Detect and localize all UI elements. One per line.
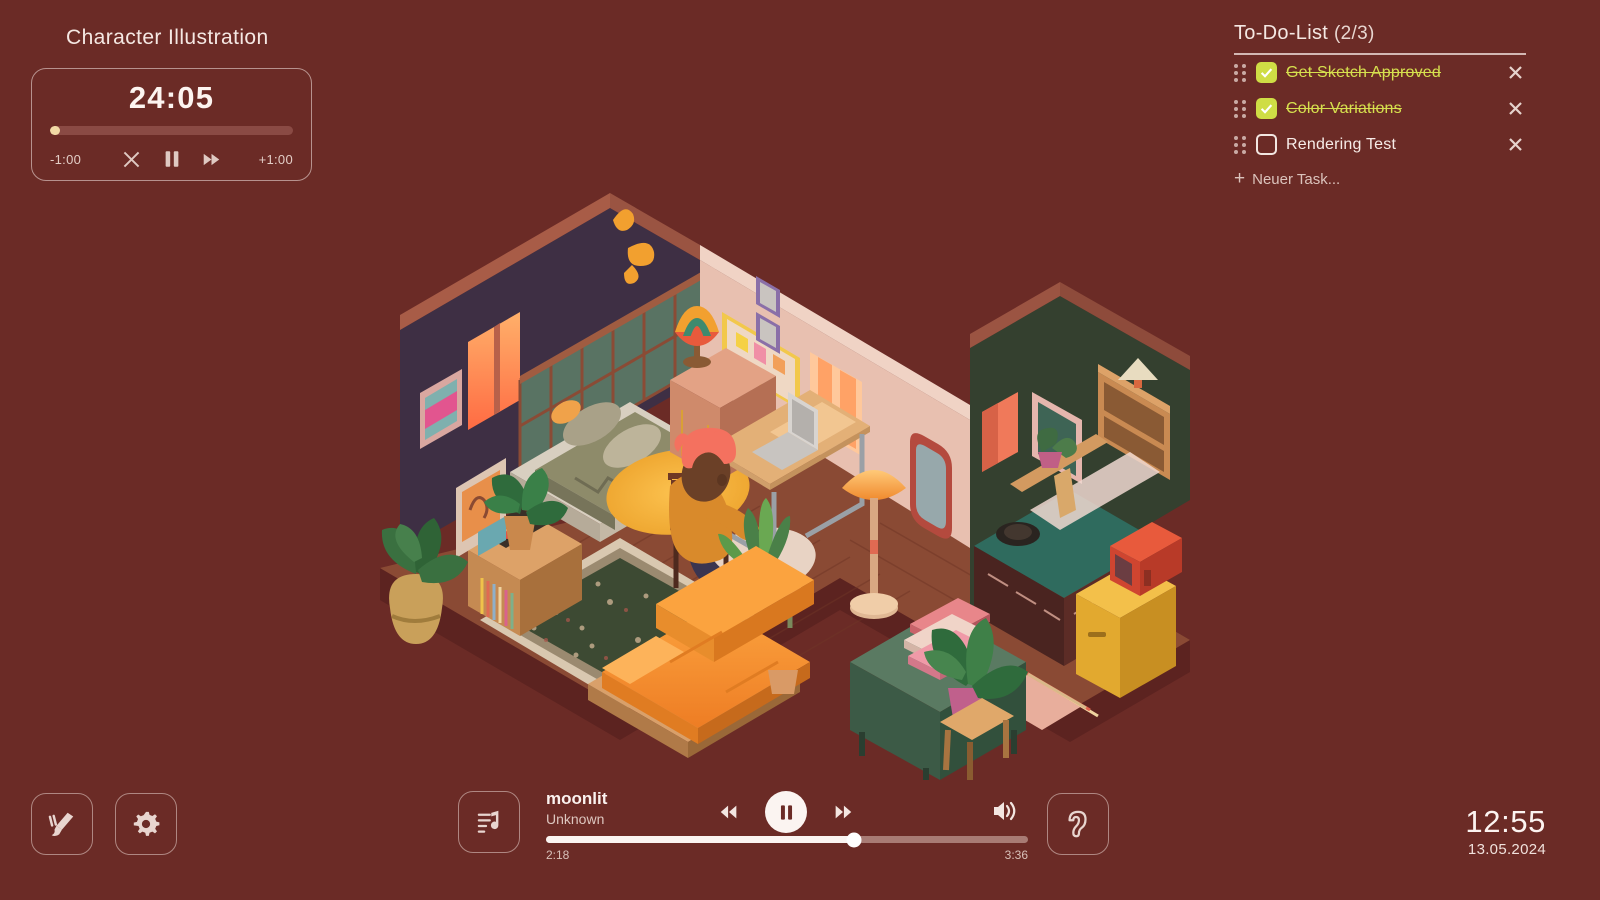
reset-timer-button[interactable] — [121, 148, 143, 170]
paintbrush-icon — [48, 812, 74, 836]
add-task-label: Neuer Task... — [1252, 170, 1341, 188]
ear-icon — [1068, 810, 1087, 838]
skip-timer-button[interactable] — [201, 148, 223, 170]
timer-decrement-label[interactable]: -1:00 — [50, 152, 98, 167]
todo-delete-button[interactable] — [1504, 98, 1526, 120]
small-plant-near-sofa — [768, 670, 798, 694]
timer-value: 24:05 — [128, 80, 215, 115]
gear-icon — [133, 811, 160, 836]
todo-delete-button[interactable] — [1504, 134, 1526, 156]
seek-bar-handle[interactable] — [846, 832, 862, 847]
close-icon — [1508, 138, 1522, 151]
todo-item-label: Rendering Test — [1286, 135, 1397, 153]
timer-controls: -1:00 +1:00 — [50, 148, 293, 170]
todo-item-label: Color Variations — [1286, 99, 1402, 117]
duration-time: 3:36 — [1004, 848, 1028, 862]
theme-button[interactable] — [31, 793, 93, 855]
player-controls — [716, 789, 856, 835]
todo-list-count: (2/3) — [1334, 23, 1375, 44]
seek-bar[interactable] — [546, 832, 1028, 847]
next-icon — [835, 805, 852, 819]
clock-time: 12:55 — [1465, 804, 1546, 839]
todo-list-header: To-Do-List (2/3) — [1234, 22, 1526, 45]
seek-times: 2:18 3:36 — [546, 848, 1028, 862]
seek-bar-fill — [546, 836, 855, 843]
track-title: moonlit — [546, 789, 608, 808]
close-icon — [1508, 102, 1522, 115]
music-note-list-icon — [477, 810, 499, 833]
todo-list-panel: To-Do-List (2/3) Get Sketch Approved Col… — [1234, 22, 1526, 188]
todo-item[interactable]: Rendering Test — [1234, 127, 1526, 163]
settings-button[interactable] — [115, 793, 177, 855]
timer-progress-fill — [50, 126, 60, 135]
pomodoro-timer-panel: 24:05 -1:00 +1:00 — [31, 68, 312, 181]
drag-handle-icon[interactable] — [1234, 63, 1248, 82]
pause-icon — [165, 151, 178, 167]
previous-icon — [720, 805, 737, 819]
todo-checkbox[interactable] — [1256, 62, 1277, 84]
play-pause-button[interactable] — [765, 791, 807, 833]
ambient-sound-button[interactable] — [1047, 793, 1109, 855]
todo-list-title: To-Do-List — [1234, 22, 1329, 44]
timer-increment-label[interactable]: +1:00 — [245, 152, 293, 167]
elapsed-time: 2:18 — [546, 848, 570, 862]
timer-progress-bar[interactable] — [50, 126, 293, 135]
media-player: moonlit Unknown 2:18 3:36 — [458, 789, 1028, 862]
plus-icon: + — [1234, 168, 1246, 190]
album-art-placeholder[interactable] — [458, 791, 520, 853]
previous-track-button[interactable] — [716, 799, 742, 825]
todo-checkbox[interactable] — [1256, 98, 1277, 120]
todo-delete-button[interactable] — [1504, 62, 1526, 84]
fast-forward-icon — [203, 153, 220, 165]
close-icon — [123, 151, 140, 167]
isometric-room-illustration — [370, 80, 1200, 780]
clock-date: 13.05.2024 — [1467, 841, 1546, 858]
todo-item[interactable]: Color Variations — [1234, 91, 1526, 127]
track-artist: Unknown — [546, 811, 605, 827]
seek-bar-row: 2:18 3:36 — [546, 832, 1028, 862]
todo-checkbox[interactable] — [1256, 134, 1277, 156]
drag-handle-icon[interactable] — [1234, 135, 1248, 154]
todo-item[interactable]: Get Sketch Approved — [1234, 55, 1526, 91]
todo-item-label: Get Sketch Approved — [1286, 63, 1442, 81]
next-track-button[interactable] — [830, 799, 856, 825]
pause-timer-button[interactable] — [161, 148, 183, 170]
check-icon — [1260, 104, 1273, 114]
page-title: Character Illustration — [66, 26, 269, 49]
pause-icon — [780, 804, 792, 820]
volume-button[interactable] — [990, 797, 1020, 827]
close-icon — [1508, 66, 1522, 79]
clock-widget: 12:55 13.05.2024 — [1465, 804, 1546, 859]
check-icon — [1260, 68, 1273, 78]
volume-high-icon — [994, 801, 1016, 821]
drag-handle-icon[interactable] — [1234, 99, 1248, 118]
add-task-button[interactable]: + Neuer Task... — [1234, 168, 1526, 190]
